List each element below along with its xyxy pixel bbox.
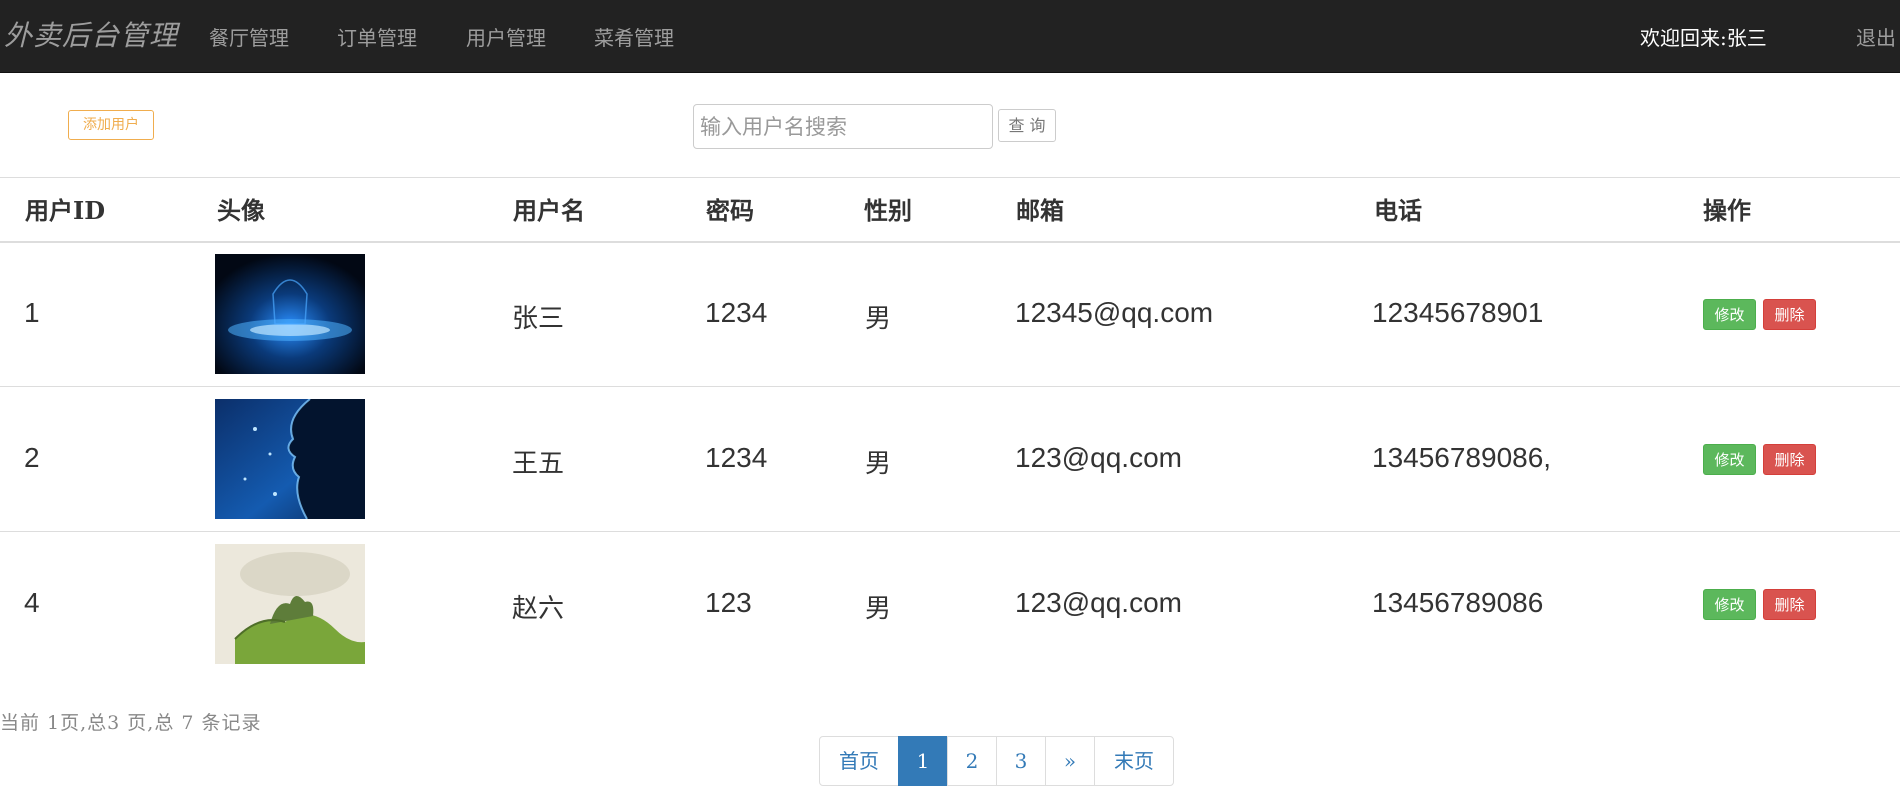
- edit-button[interactable]: 修改: [1703, 299, 1756, 330]
- header-actions: 操作: [1703, 196, 1751, 225]
- cell-username: 王五: [512, 449, 565, 479]
- page-link-3[interactable]: 3: [996, 736, 1046, 786]
- cell-gender: 男: [865, 594, 892, 624]
- header-user-id: 用户ID: [25, 196, 106, 225]
- avatar-image: [215, 399, 365, 519]
- header-email: 邮箱: [1016, 196, 1064, 225]
- row-divider: [0, 386, 1900, 387]
- delete-button[interactable]: 删除: [1763, 299, 1816, 330]
- page-link-2[interactable]: 2: [947, 736, 997, 786]
- nav-item-restaurants[interactable]: 餐厅管理: [209, 22, 289, 51]
- cell-gender: 男: [865, 449, 892, 479]
- page-last-link[interactable]: 末页: [1094, 736, 1174, 786]
- welcome-text: 欢迎回来:张三: [1640, 26, 1767, 50]
- cell-password: 1234: [705, 297, 768, 328]
- logout-link[interactable]: 退出: [1856, 22, 1896, 51]
- header-password: 密码: [706, 196, 754, 225]
- search-button[interactable]: 查 询: [998, 109, 1056, 142]
- cell-password: 123: [705, 587, 752, 618]
- nav-item-dishes[interactable]: 菜肴管理: [594, 22, 674, 51]
- add-user-button[interactable]: 添加用户: [68, 110, 154, 140]
- cell-email: 123@qq.com: [1015, 587, 1182, 618]
- cell-password: 1234: [705, 442, 768, 473]
- cell-phone: 13456789086,: [1372, 442, 1552, 473]
- edit-button[interactable]: 修改: [1703, 444, 1756, 475]
- cell-username: 张三: [512, 304, 565, 334]
- brand-title[interactable]: 外卖后台管理: [4, 14, 178, 54]
- pagination: 首页 1 2 3 » 末页: [819, 736, 1174, 786]
- header-divider: [0, 241, 1900, 243]
- table-top-border: [0, 177, 1900, 178]
- nav-item-orders[interactable]: 订单管理: [337, 22, 417, 51]
- cell-phone: 13456789086: [1372, 587, 1544, 618]
- page-link-1[interactable]: 1: [898, 736, 948, 786]
- cell-username: 赵六: [512, 594, 565, 624]
- cell-gender: 男: [865, 304, 892, 334]
- edit-button[interactable]: 修改: [1703, 589, 1756, 620]
- top-navbar: 外卖后台管理 餐厅管理 订单管理 用户管理 菜肴管理 欢迎回来:张三 退出: [0, 0, 1900, 73]
- avatar-image: [215, 254, 365, 374]
- cell-phone: 12345678901: [1372, 297, 1544, 328]
- header-gender: 性别: [864, 196, 912, 225]
- nav-item-users[interactable]: 用户管理: [466, 22, 546, 51]
- page-next-link[interactable]: »: [1045, 736, 1095, 786]
- cell-email: 123@qq.com: [1015, 442, 1182, 473]
- page-first-link[interactable]: 首页: [819, 736, 899, 786]
- cell-user-id: 4: [24, 587, 40, 618]
- cell-user-id: 2: [24, 442, 40, 473]
- header-username: 用户名: [513, 196, 585, 225]
- delete-button[interactable]: 删除: [1763, 444, 1816, 475]
- delete-button[interactable]: 删除: [1763, 589, 1816, 620]
- row-divider: [0, 531, 1900, 532]
- cell-email: 12345@qq.com: [1015, 297, 1214, 328]
- cell-user-id: 1: [24, 297, 40, 328]
- header-phone: 电话: [1374, 196, 1422, 225]
- search-input[interactable]: [693, 104, 993, 149]
- pagination-summary: 当前 1页,总3 页,总 7 条记录: [0, 712, 262, 734]
- avatar-image: [215, 544, 365, 664]
- header-avatar: 头像: [217, 196, 265, 225]
